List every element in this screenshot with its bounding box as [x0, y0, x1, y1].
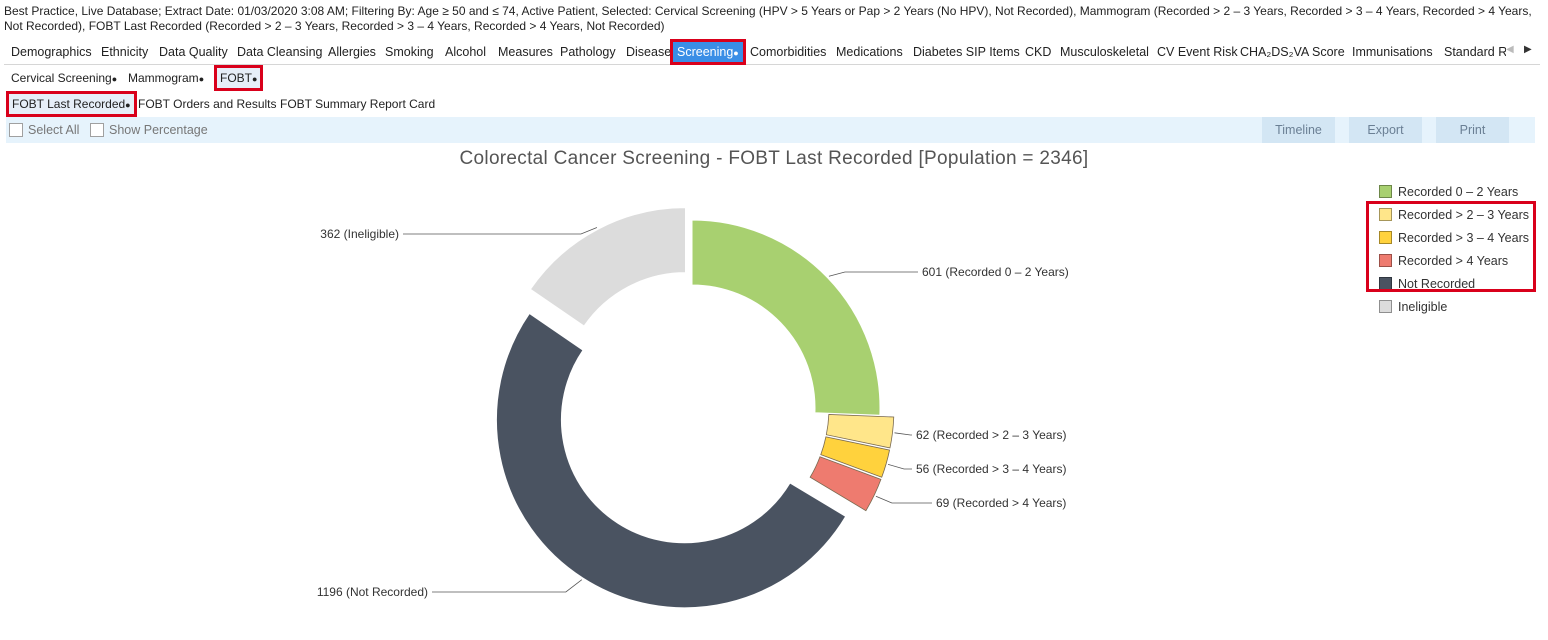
legend-swatch — [1379, 231, 1392, 244]
legend-swatch — [1379, 185, 1392, 198]
legend-item[interactable]: Ineligible — [1372, 295, 1538, 318]
donut-chart: 601 (Recorded 0 – 2 Years) 62 (Recorded >… — [317, 207, 1069, 609]
donut-slice-not-recorded[interactable] — [495, 312, 847, 609]
legend-label: Recorded > 2 – 3 Years — [1398, 207, 1529, 222]
data-label: 69 (Recorded > 4 Years) — [936, 496, 1066, 510]
legend-swatch — [1379, 277, 1392, 290]
donut-slice-recorded-0-2-years[interactable] — [691, 219, 881, 416]
label-leader-line — [894, 432, 912, 436]
legend-item[interactable]: Recorded > 4 Years — [1372, 249, 1538, 272]
legend-label: Recorded > 4 Years — [1398, 253, 1509, 268]
data-label: 601 (Recorded 0 – 2 Years) — [922, 265, 1069, 279]
data-label: 1196 (Not Recorded) — [317, 585, 428, 599]
legend-label: Ineligible — [1398, 299, 1448, 314]
label-leader-line — [828, 271, 918, 277]
data-label: 62 (Recorded > 2 – 3 Years) — [916, 428, 1066, 442]
donut-slice-ineligible[interactable] — [529, 207, 686, 327]
legend-label: Not Recorded — [1398, 276, 1476, 291]
label-leader-line — [403, 227, 598, 235]
legend-item[interactable]: Recorded > 3 – 4 Years — [1372, 226, 1538, 249]
legend-swatch — [1379, 208, 1392, 221]
legend-swatch — [1379, 254, 1392, 267]
chart-legend: Recorded 0 – 2 Years Recorded > 2 – 3 Yea… — [1372, 180, 1538, 318]
legend-label: Recorded > 3 – 4 Years — [1398, 230, 1529, 245]
legend-item[interactable]: Recorded > 2 – 3 Years — [1372, 203, 1538, 226]
data-label: 362 (Ineligible) — [320, 227, 399, 241]
label-leader-line — [432, 579, 583, 593]
data-label: 56 (Recorded > 3 – 4 Years) — [916, 462, 1066, 476]
legend-label: Recorded 0 – 2 Years — [1398, 184, 1519, 199]
legend-item[interactable]: Recorded 0 – 2 Years — [1372, 180, 1538, 203]
legend-item[interactable]: Not Recorded — [1372, 272, 1538, 295]
label-leader-line — [875, 495, 932, 504]
legend-swatch — [1379, 300, 1392, 313]
label-leader-line — [887, 463, 912, 470]
